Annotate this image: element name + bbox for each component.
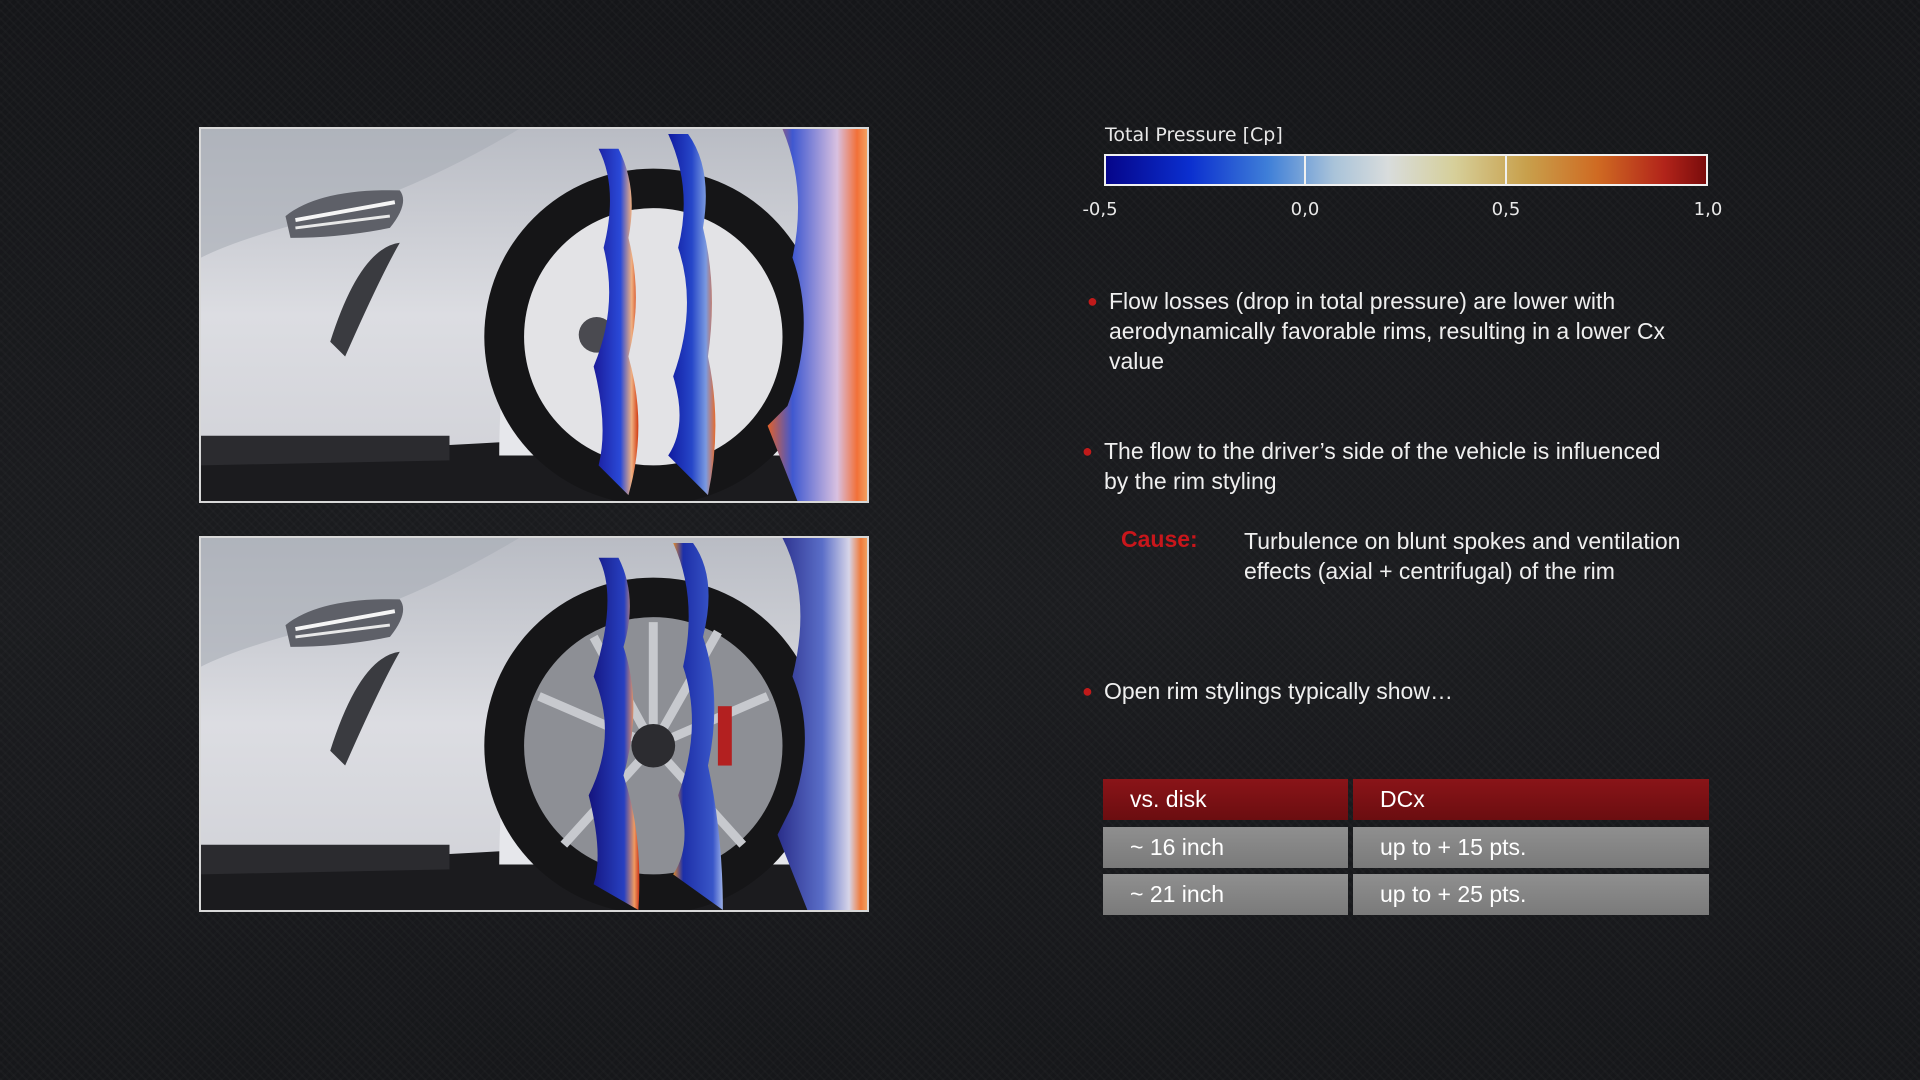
disk-rim-simulation-image <box>199 127 869 503</box>
bullet-text: The flow to the driver’s side of the veh… <box>1104 438 1661 494</box>
tick-label-min: -0,5 <box>1082 199 1118 220</box>
cause-text: Turbulence on blunt spokes and ventilati… <box>1244 528 1681 584</box>
colorbar-tick <box>1505 156 1507 184</box>
bullet-dot-icon: ● <box>1082 441 1093 461</box>
bullet-flow-drivers-side: ● The flow to the driver’s side of the v… <box>1082 436 1664 496</box>
bullet-flow-losses: ● Flow losses (drop in total pressure) a… <box>1087 286 1669 376</box>
bullet-dot-icon: ● <box>1082 681 1093 701</box>
table-header-rim: vs. disk <box>1103 779 1348 820</box>
legend-title: Total Pressure [Cp] <box>1105 124 1283 146</box>
bullet-text: Open rim stylings typically show… <box>1104 678 1453 704</box>
table-cell-dcx: up to + 15 pts. <box>1353 827 1709 868</box>
table-cell-size: ~ 21 inch <box>1103 874 1348 915</box>
open-rim-simulation-image <box>199 536 869 912</box>
table-cell-dcx: up to + 25 pts. <box>1353 874 1709 915</box>
cause-label: Cause: <box>1121 526 1198 552</box>
tick-label-zero: 0,0 <box>1290 199 1320 220</box>
tick-label-half: 0,5 <box>1491 199 1521 220</box>
tick-label-max: 1,0 <box>1693 199 1723 220</box>
pressure-colorbar <box>1104 154 1708 186</box>
table-cell-size: ~ 16 inch <box>1103 827 1348 868</box>
bullet-text: Flow losses (drop in total pressure) are… <box>1109 288 1666 374</box>
colorbar-tick <box>1304 156 1306 184</box>
bullet-open-rim: ● Open rim stylings typically show… <box>1082 676 1664 706</box>
table-header-dcx: DCx <box>1353 779 1709 820</box>
bullet-dot-icon: ● <box>1087 291 1098 311</box>
